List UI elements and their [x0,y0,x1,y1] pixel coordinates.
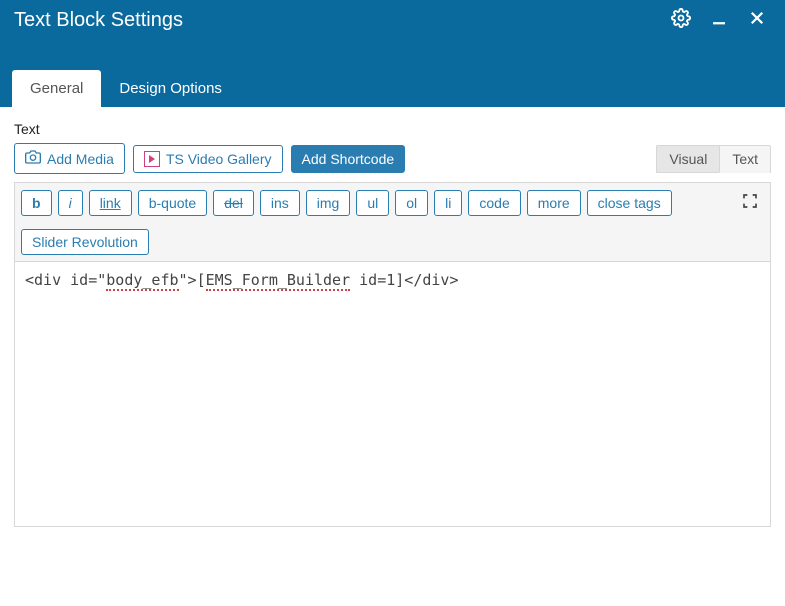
qt-del-button[interactable]: del [213,190,254,216]
qt-bold-button[interactable]: b [21,190,52,216]
video-gallery-icon [144,151,160,167]
add-shortcode-label: Add Shortcode [302,151,395,167]
field-label-text: Text [14,121,771,137]
window-header: Text Block Settings [0,0,785,40]
add-shortcode-button[interactable]: Add Shortcode [291,145,406,173]
qt-ins-button[interactable]: ins [260,190,300,216]
text-editor[interactable]: <div id="body_efb">[EMS_Form_Builder id=… [14,262,771,527]
editor-text-underlined: EMS_Form_Builder [206,271,351,291]
mode-tab-text[interactable]: Text [719,145,771,173]
quicktags-toolbar: b i link b-quote del ins img ul ol li co… [14,182,771,262]
add-media-label: Add Media [47,151,114,167]
qt-code-button[interactable]: code [468,190,520,216]
camera-icon [25,149,41,168]
qt-img-button[interactable]: img [306,190,351,216]
minimize-icon [710,9,728,32]
fullscreen-button[interactable] [736,189,764,217]
qt-bquote-button[interactable]: b-quote [138,190,207,216]
tab-general[interactable]: General [12,70,101,107]
qt-italic-button[interactable]: i [58,190,83,216]
ts-video-gallery-button[interactable]: TS Video Gallery [133,145,283,173]
editor-text-plain: <div id=" [25,271,106,289]
ts-video-gallery-label: TS Video Gallery [166,151,272,167]
settings-button[interactable] [667,6,695,34]
editor-mode-tabs: Visual Text [656,145,771,173]
minimize-button[interactable] [705,6,733,34]
editor-text-plain: ">[ [179,271,206,289]
qt-close-tags-button[interactable]: close tags [587,190,672,216]
close-icon [748,9,766,32]
qt-ol-button[interactable]: ol [395,190,428,216]
tabs-strip: General Design Options [0,40,785,107]
editor-text-plain: id=1]</div> [350,271,458,289]
qt-li-button[interactable]: li [434,190,462,216]
panel-main: Text Add Media TS Video Gallery Add Shor… [0,107,785,541]
close-button[interactable] [743,6,771,34]
mode-tab-visual[interactable]: Visual [656,145,719,173]
qt-ul-button[interactable]: ul [356,190,389,216]
qt-slider-revolution-button[interactable]: Slider Revolution [21,229,149,255]
add-media-button[interactable]: Add Media [14,143,125,174]
media-button-row: Add Media TS Video Gallery Add Shortcode… [14,143,771,174]
gear-icon [671,8,691,33]
editor-text-underlined: body_efb [106,271,178,291]
tab-design-options[interactable]: Design Options [101,70,240,107]
qt-link-button[interactable]: link [89,190,132,216]
qt-more-button[interactable]: more [527,190,581,216]
window-title: Text Block Settings [14,9,657,32]
fullscreen-icon [742,193,758,214]
